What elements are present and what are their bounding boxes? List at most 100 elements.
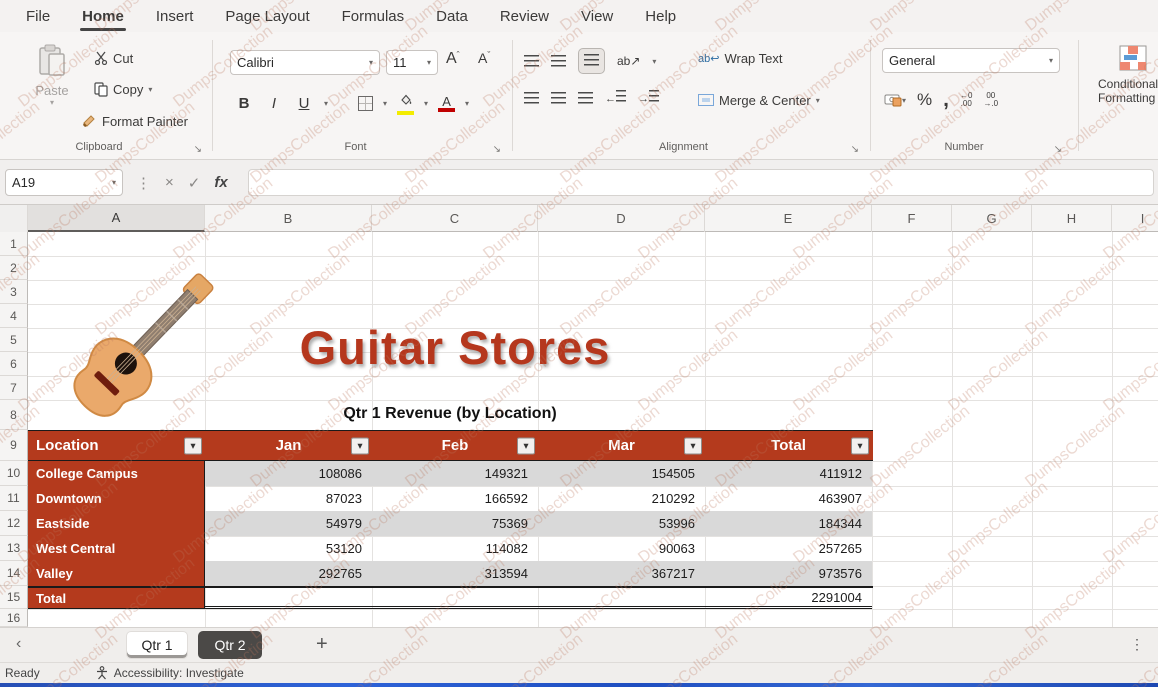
- cell-jan-total[interactable]: [205, 588, 372, 609]
- filter-button-feb[interactable]: ▾: [517, 437, 535, 454]
- row-header-6[interactable]: 6: [0, 352, 28, 376]
- row-header-2[interactable]: 2: [0, 256, 28, 280]
- alignment-dialog-launcher[interactable]: ↘: [851, 144, 859, 155]
- increase-decimal-button[interactable]: ←0.00: [960, 92, 972, 108]
- number-format-select[interactable]: General ▾: [882, 48, 1060, 73]
- cell-mar[interactable]: 210292: [538, 486, 705, 511]
- cell-mar-total[interactable]: [538, 588, 705, 609]
- column-header-g[interactable]: G: [952, 205, 1032, 232]
- filter-button-jan[interactable]: ▾: [351, 437, 369, 454]
- row-header-16[interactable]: 16: [0, 609, 28, 627]
- column-header-f[interactable]: F: [872, 205, 952, 232]
- paste-button[interactable]: Paste ▾: [26, 44, 78, 107]
- filter-button-mar[interactable]: ▾: [684, 437, 702, 454]
- align-bottom-button[interactable]: [578, 48, 605, 74]
- tab-view[interactable]: View: [567, 4, 627, 29]
- cell-feb[interactable]: 114082: [372, 536, 538, 561]
- header-cell-jan[interactable]: Jan ▾: [205, 431, 372, 460]
- cell-jan[interactable]: 87023: [205, 486, 372, 511]
- tab-help[interactable]: Help: [631, 4, 690, 29]
- name-box[interactable]: A19 ▾: [5, 169, 123, 196]
- cell-mar[interactable]: 154505: [538, 461, 705, 486]
- filter-button-location[interactable]: ▾: [184, 437, 202, 454]
- tab-review[interactable]: Review: [486, 4, 563, 29]
- wrap-text-button[interactable]: ab↩ Wrap Text: [698, 46, 783, 70]
- conditional-formatting-button[interactable]: Conditional Formatting: [1098, 44, 1158, 105]
- row-header-7[interactable]: 7: [0, 376, 28, 400]
- increase-indent-button[interactable]: →: [638, 90, 659, 105]
- cell-total[interactable]: 463907: [705, 486, 872, 511]
- percent-style-button[interactable]: %: [917, 90, 932, 110]
- bold-button[interactable]: B: [234, 95, 254, 112]
- cell-total[interactable]: 411912: [705, 461, 872, 486]
- cell-location[interactable]: Valley: [28, 561, 205, 586]
- italic-button[interactable]: I: [264, 95, 284, 112]
- accessibility-status[interactable]: Accessibility: Investigate: [95, 666, 244, 680]
- insert-function-button[interactable]: fx: [214, 174, 227, 191]
- row-header-1[interactable]: 1: [0, 232, 28, 256]
- align-center-button[interactable]: [551, 92, 566, 104]
- font-color-button[interactable]: A: [438, 96, 455, 112]
- sheet-tab-qtr1[interactable]: Qtr 1: [126, 631, 188, 659]
- row-header-4[interactable]: 4: [0, 304, 28, 328]
- cancel-icon[interactable]: ×: [165, 174, 174, 191]
- select-all-corner[interactable]: [0, 205, 28, 232]
- more-options-icon[interactable]: ⋮: [136, 174, 151, 192]
- decrease-decimal-button[interactable]: 00→.0: [983, 92, 998, 108]
- cell-mar[interactable]: 367217: [538, 561, 705, 586]
- row-header-9[interactable]: 9: [0, 430, 28, 461]
- column-header-b[interactable]: B: [205, 205, 372, 232]
- align-middle-button[interactable]: [551, 55, 566, 67]
- font-dialog-launcher[interactable]: ↘: [493, 144, 501, 155]
- cell-total[interactable]: 973576: [705, 561, 872, 586]
- merge-center-button[interactable]: Merge & Center ▾: [698, 88, 820, 112]
- cell-location[interactable]: Downtown: [28, 486, 205, 511]
- sheet-prev-icon[interactable]: ‹: [16, 635, 21, 653]
- orientation-button[interactable]: ab↗: [617, 54, 640, 68]
- align-left-button[interactable]: [524, 92, 539, 104]
- font-name-select[interactable]: Calibri ▾: [230, 50, 380, 75]
- cell-jan[interactable]: 292765: [205, 561, 372, 586]
- column-header-a[interactable]: A: [28, 205, 205, 232]
- row-header-10[interactable]: 10: [0, 461, 28, 486]
- row-header-8[interactable]: 8: [0, 400, 28, 430]
- sheet-tab-qtr2[interactable]: Qtr 2: [198, 631, 262, 659]
- column-header-h[interactable]: H: [1032, 205, 1112, 232]
- format-painter-button[interactable]: Format Painter: [82, 109, 188, 133]
- number-dialog-launcher[interactable]: ↘: [1054, 144, 1062, 155]
- add-sheet-button[interactable]: +: [316, 633, 328, 656]
- cell-location[interactable]: West Central: [28, 536, 205, 561]
- tab-home[interactable]: Home: [68, 4, 138, 29]
- row-header-12[interactable]: 12: [0, 511, 28, 536]
- accounting-format-button[interactable]: ▾: [884, 94, 906, 107]
- borders-button[interactable]: [358, 96, 373, 111]
- column-header-d[interactable]: D: [538, 205, 705, 232]
- copy-button[interactable]: Copy ▾: [94, 77, 152, 101]
- font-size-select[interactable]: 11 ▾: [386, 50, 438, 75]
- tab-file[interactable]: File: [12, 4, 64, 29]
- cell-feb[interactable]: 166592: [372, 486, 538, 511]
- row-header-11[interactable]: 11: [0, 486, 28, 511]
- clipboard-dialog-launcher[interactable]: ↘: [194, 144, 202, 155]
- cell-jan[interactable]: 54979: [205, 511, 372, 536]
- enter-icon[interactable]: ✓: [188, 174, 201, 192]
- sheet-more-icon[interactable]: ⋮: [1130, 636, 1144, 653]
- row-header-5[interactable]: 5: [0, 328, 28, 352]
- row-header-14[interactable]: 14: [0, 561, 28, 586]
- filter-button-total[interactable]: ▾: [851, 437, 869, 454]
- tab-insert[interactable]: Insert: [142, 4, 208, 29]
- cell-location[interactable]: College Campus: [28, 461, 205, 486]
- row-header-13[interactable]: 13: [0, 536, 28, 561]
- row-header-3[interactable]: 3: [0, 280, 28, 304]
- shrink-font-button[interactable]: Aˇ: [478, 50, 490, 66]
- cell-feb-total[interactable]: [372, 588, 538, 609]
- decrease-indent-button[interactable]: ←: [605, 90, 626, 105]
- cut-button[interactable]: Cut: [94, 46, 133, 70]
- cell-jan[interactable]: 108086: [205, 461, 372, 486]
- cell-total-label[interactable]: Total: [28, 588, 205, 609]
- cell-feb[interactable]: 149321: [372, 461, 538, 486]
- align-top-button[interactable]: [524, 55, 539, 67]
- align-right-button[interactable]: [578, 92, 593, 104]
- column-header-e[interactable]: E: [705, 205, 872, 232]
- cell-total[interactable]: 257265: [705, 536, 872, 561]
